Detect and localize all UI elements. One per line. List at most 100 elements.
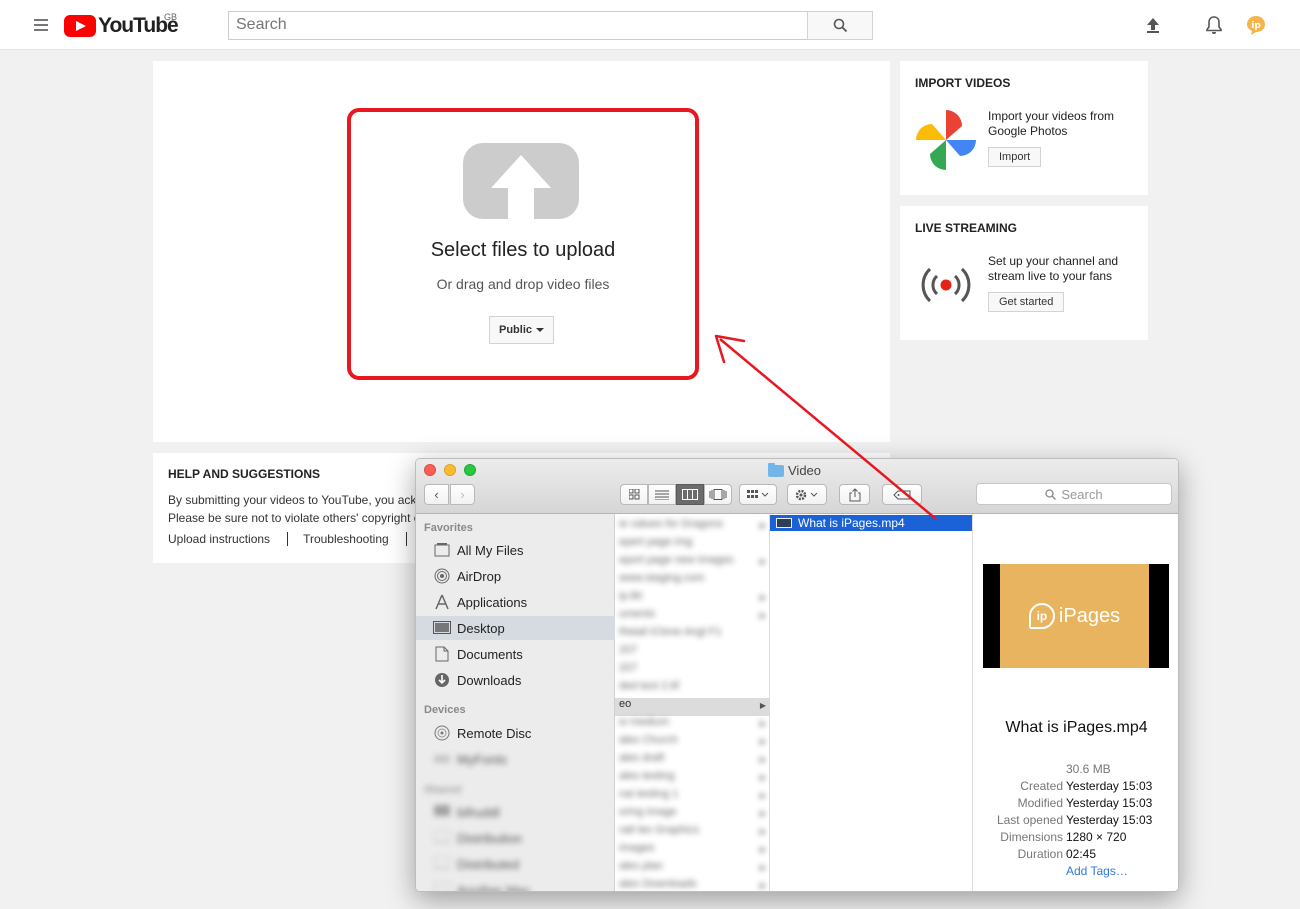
meta-key: Modified [1017, 796, 1063, 810]
minimize-window-icon[interactable] [444, 464, 456, 476]
help-title: HELP AND SUGGESTIONS [168, 467, 321, 481]
folder-icon [768, 462, 784, 477]
list-item[interactable]: 207 [615, 644, 769, 662]
sidebar-item-label: All My Files [457, 542, 524, 558]
meta-key: Created [1020, 779, 1063, 793]
sidebar-item-applications[interactable]: Applications [416, 590, 615, 614]
sidebar-item-label: bifruddl [457, 804, 500, 820]
arrange-button[interactable] [739, 484, 777, 505]
list-item-selected-folder[interactable]: eo ▶ [615, 698, 769, 716]
remote-disc-icon [433, 724, 451, 742]
video-thumbnail[interactable]: ip iPages [983, 564, 1169, 668]
list-item[interactable]: uments ▶ [615, 608, 769, 626]
help-text-line-2: Please be sure not to violate others' co… [168, 511, 421, 525]
privacy-dropdown[interactable]: Public [489, 316, 554, 344]
file-row-selected[interactable]: What is iPages.mp4 [770, 515, 972, 531]
meta-key: Duration [1017, 847, 1063, 861]
cover-flow-button[interactable] [704, 484, 732, 505]
video-file-icon [776, 518, 792, 528]
list-item[interactable]: ales Church ▶ [615, 734, 769, 752]
google-photos-icon [916, 110, 976, 170]
sidebar-item-all-my-files[interactable]: All My Files [416, 538, 615, 562]
list-item[interactable]: ales plan ▶ [615, 860, 769, 878]
share-button[interactable] [839, 484, 870, 505]
sidebar-item-label: MyFonts [457, 751, 507, 767]
preview-file-name: What is iPages.mp4 [1005, 719, 1148, 736]
list-item[interactable]: epert page img [615, 536, 769, 554]
close-window-icon[interactable] [424, 464, 436, 476]
arrange-grid-icon [747, 489, 769, 498]
list-item[interactable]: eport page new images ▶ [615, 554, 769, 572]
finder-title-text: Video [788, 463, 822, 478]
meta-key: Dimensions [1000, 830, 1063, 844]
menu-icon[interactable] [34, 19, 48, 31]
notifications-bell-icon[interactable] [1203, 14, 1225, 36]
finder-preview-pane: ip iPages What is iPages.mp4 30.6 MB Cre… [973, 514, 1178, 891]
chevron-left-icon: ‹ [434, 487, 439, 502]
column-view-button[interactable] [676, 484, 704, 505]
action-button[interactable] [787, 484, 827, 505]
sidebar-item-downloads[interactable]: Downloads [416, 668, 615, 692]
ipages-brand-text: iPages [1058, 604, 1121, 627]
list-item[interactable]: Retail iClone Angl F1 [615, 626, 769, 644]
upload-title: Select files to upload [430, 239, 616, 261]
zoom-window-icon[interactable] [464, 464, 476, 476]
upload-instructions-link[interactable]: Upload instructions [168, 532, 289, 546]
youtube-logo[interactable]: YouTube [64, 14, 179, 38]
list-item[interactable]: ip.tkt ▶ [615, 590, 769, 608]
sidebar-item-label: Downloads [457, 672, 522, 688]
svg-text:ip: ip [1251, 21, 1261, 31]
back-button[interactable]: ‹ [424, 484, 449, 505]
list-item[interactable]: www.staging.com [615, 572, 769, 590]
icon-view-button[interactable] [620, 484, 648, 505]
sidebar-item-shared-1[interactable]: bifruddl [416, 800, 615, 824]
add-tags-link[interactable]: Add Tags… [1066, 864, 1128, 878]
list-item[interactable]: ratt les Graphics ▶ [615, 824, 769, 842]
list-view-button[interactable] [648, 484, 676, 505]
troubleshooting-link[interactable]: Troubleshooting [303, 532, 407, 546]
list-item[interactable]: w medium ▶ [615, 716, 769, 734]
region-label: GB [164, 12, 178, 22]
tags-button[interactable] [882, 484, 922, 505]
list-item[interactable]: ales Downloads ▶ [615, 878, 769, 891]
account-avatar-icon[interactable]: ip [1245, 14, 1267, 36]
finder-sidebar: Favorites All My Files AirDrop Applicati… [416, 514, 615, 891]
sidebar-item-label: Applications [457, 594, 528, 610]
sidebar-item-airdrop[interactable]: AirDrop [416, 564, 615, 588]
list-item[interactable]: ded text 2.tif [615, 680, 769, 698]
list-item[interactable]: ales draft ▶ [615, 752, 769, 770]
finder-search-input[interactable]: Search [976, 483, 1172, 505]
youtube-play-icon [64, 15, 96, 37]
get-started-button[interactable]: Get started [988, 292, 1065, 312]
search-input[interactable]: Search [228, 11, 808, 40]
forward-button[interactable]: › [450, 484, 475, 505]
list-item[interactable]: nai testing 1 ▶ [615, 788, 769, 806]
meta-key: Last opened [996, 813, 1063, 827]
sidebar-item-desktop[interactable]: Desktop [416, 616, 615, 640]
all-my-files-icon [433, 541, 451, 559]
meta-value: Yesterday 15:03 [1066, 779, 1153, 793]
list-item[interactable]: ales testing ▶ [615, 770, 769, 788]
list-item[interactable]: ie values for Dragons ▶ [615, 518, 769, 536]
sidebar-item-shared-4[interactable]: Another Mac [416, 878, 615, 891]
column-view-icon [682, 489, 698, 500]
search-icon [833, 18, 847, 33]
list-item[interactable]: oring image ▶ [615, 806, 769, 824]
top-bar: YouTube GB Search ip [0, 0, 1300, 50]
import-button[interactable]: Import [988, 147, 1042, 167]
help-text-line-1: By submitting your videos to YouTube, yo… [168, 493, 424, 507]
sidebar-item-shared-3[interactable]: Distributed [416, 852, 615, 876]
sidebar-item-shared-2[interactable]: Distribution [416, 826, 615, 850]
help-links: Upload instructions Troubleshooting [168, 532, 422, 546]
desktop-icon [433, 619, 451, 637]
sidebar-item-device-blurred[interactable]: MyFonts [416, 747, 615, 771]
sidebar-item-remote-disc[interactable]: Remote Disc [416, 721, 615, 745]
list-item[interactable]: images ▶ [615, 842, 769, 860]
sidebar-item-documents[interactable]: Documents [416, 642, 615, 666]
upload-icon[interactable] [1142, 14, 1164, 36]
list-item[interactable]: 207 [615, 662, 769, 680]
upload-arrow-icon[interactable] [463, 143, 579, 219]
search-button[interactable] [807, 11, 873, 40]
finder-column-parent: ie values for Dragons ▶ epert page img ep… [615, 514, 770, 891]
sidebar-item-label: Documents [457, 646, 523, 662]
